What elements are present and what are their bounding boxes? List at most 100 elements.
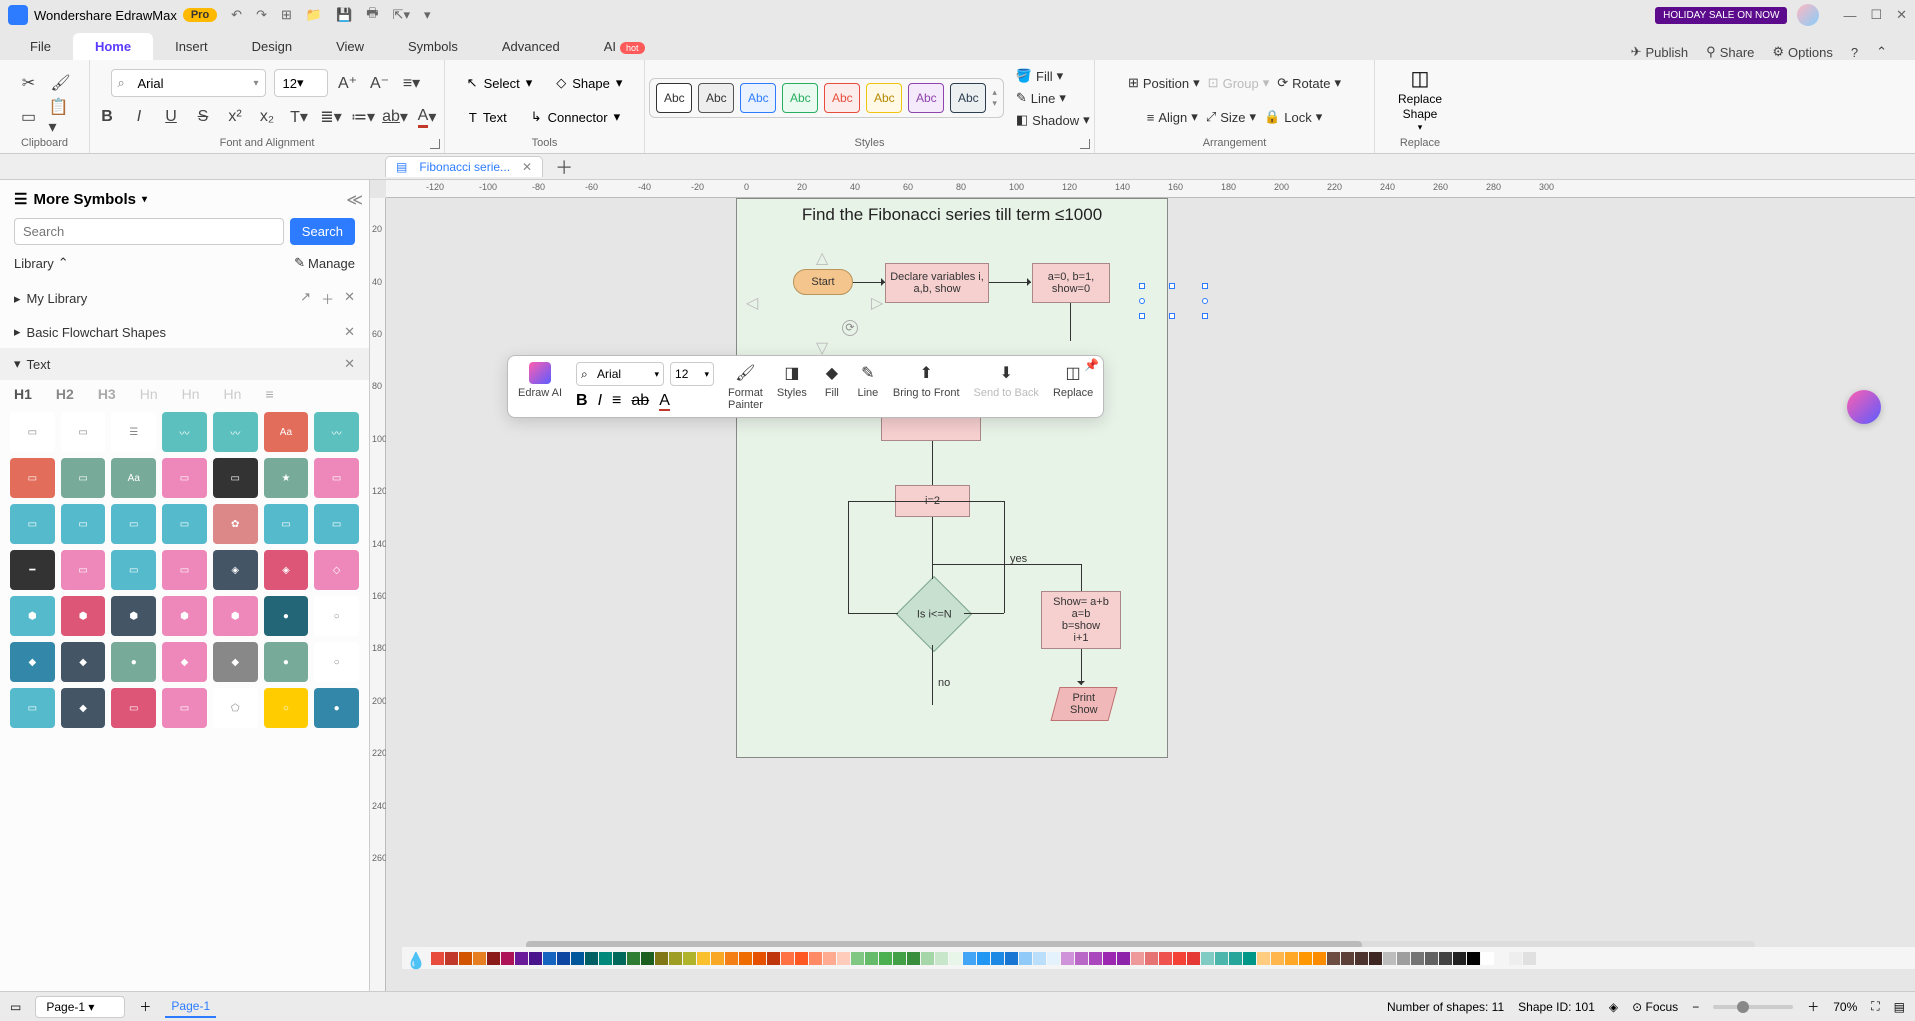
color-swatch[interactable] (1019, 952, 1032, 965)
selection-handle[interactable] (1202, 313, 1208, 319)
color-swatch[interactable] (1243, 952, 1256, 965)
color-swatch[interactable] (1467, 952, 1480, 965)
float-bold[interactable]: B (576, 392, 588, 410)
color-swatch[interactable] (627, 952, 640, 965)
save-icon[interactable]: 💾 (336, 7, 352, 23)
color-swatch[interactable] (1145, 952, 1158, 965)
symbol-thumb[interactable]: ▭ (162, 458, 207, 498)
selection-handle[interactable] (1139, 298, 1145, 304)
symbol-thumb[interactable]: ▭ (10, 412, 55, 452)
add-page-icon[interactable]: ＋ (139, 998, 151, 1015)
copy-icon[interactable]: ▭ (17, 105, 41, 129)
expand-icon[interactable] (1080, 139, 1090, 149)
color-swatch[interactable] (669, 952, 682, 965)
color-swatch[interactable] (473, 952, 486, 965)
symbol-thumb[interactable]: ● (264, 596, 309, 636)
share-button[interactable]: ⚲ Share (1706, 44, 1754, 60)
zoom-slider[interactable] (1713, 1005, 1793, 1009)
color-swatch[interactable] (907, 952, 920, 965)
symbol-thumb[interactable]: ▭ (213, 458, 258, 498)
symbol-thumb[interactable]: 〰 (314, 412, 359, 452)
color-swatch[interactable] (445, 952, 458, 965)
color-swatch[interactable] (1495, 952, 1508, 965)
style-preset[interactable]: Abc (740, 83, 776, 113)
select-tool[interactable]: ↖ Select ▾ (459, 71, 541, 95)
help-icon[interactable]: ? (1851, 44, 1858, 60)
color-swatch[interactable] (431, 952, 444, 965)
add-lib-icon[interactable]: ＋ (321, 289, 334, 308)
symbol-thumb[interactable]: ▭ (314, 504, 359, 544)
menu-insert[interactable]: Insert (153, 33, 230, 60)
color-swatch[interactable] (585, 952, 598, 965)
h3-item[interactable]: H3 (98, 386, 116, 402)
connect-left-icon[interactable]: ◁ (746, 293, 758, 313)
options-button[interactable]: ⚙ Options (1772, 44, 1832, 60)
symbol-thumb[interactable]: ▭ (111, 504, 156, 544)
float-line[interactable]: ✎Line (857, 362, 879, 399)
float-size-select[interactable]: 12▾ (670, 362, 714, 386)
float-strike[interactable]: ab (631, 392, 649, 410)
symbol-thumb[interactable]: ◆ (61, 642, 106, 682)
symbol-thumb[interactable]: ▭ (264, 504, 309, 544)
color-swatch[interactable] (725, 952, 738, 965)
maximize-icon[interactable]: ☐ (1870, 7, 1882, 23)
color-swatch[interactable] (1327, 952, 1340, 965)
color-swatch[interactable] (1271, 952, 1284, 965)
h2-item[interactable]: H2 (56, 386, 74, 402)
node-print[interactable]: Print Show (1050, 687, 1117, 721)
style-preset[interactable]: Abc (950, 83, 986, 113)
shadow-menu[interactable]: ◧ Shadow ▾ (1016, 112, 1090, 128)
italic-icon[interactable]: I (127, 105, 151, 129)
color-swatch[interactable] (1425, 952, 1438, 965)
color-swatch[interactable] (809, 952, 822, 965)
symbol-thumb[interactable]: ● (314, 688, 359, 728)
page-selector[interactable]: Page-1 ▾ (35, 996, 125, 1018)
avatar[interactable] (1797, 4, 1819, 26)
font-color-icon[interactable]: A▾ (415, 105, 439, 129)
color-swatch[interactable] (1397, 952, 1410, 965)
color-swatch[interactable] (739, 952, 752, 965)
color-swatch[interactable] (487, 952, 500, 965)
symbol-thumb[interactable]: ▭ (61, 550, 106, 590)
symbol-thumb[interactable]: ▭ (61, 412, 106, 452)
color-swatch[interactable] (1131, 952, 1144, 965)
color-swatch[interactable] (599, 952, 612, 965)
symbol-thumb[interactable]: ◆ (61, 688, 106, 728)
color-swatch[interactable] (1229, 952, 1242, 965)
line-spacing-icon[interactable]: ≣▾ (319, 105, 343, 129)
symbol-thumb[interactable]: ▭ (314, 458, 359, 498)
pages-icon[interactable]: ▭ (10, 1000, 21, 1014)
menu-ai[interactable]: AIhot (582, 33, 667, 60)
color-swatch[interactable] (1103, 952, 1116, 965)
color-swatch[interactable] (879, 952, 892, 965)
cut-icon[interactable]: ✂ (17, 71, 41, 95)
float-send-back[interactable]: ⬇Send to Back (974, 362, 1039, 399)
h-item[interactable]: Hn (224, 386, 242, 402)
minimize-icon[interactable]: — (1843, 8, 1856, 23)
font-family-select[interactable]: ⌕ Arial ▾ (111, 69, 266, 97)
zoom-out[interactable]: − (1692, 1000, 1699, 1014)
color-swatch[interactable] (529, 952, 542, 965)
edraw-ai-button[interactable]: Edraw AI (518, 362, 562, 399)
connect-right-icon[interactable]: ▷ (871, 293, 883, 313)
symbol-thumb[interactable]: ● (111, 642, 156, 682)
color-swatch[interactable] (935, 952, 948, 965)
color-swatch[interactable] (1299, 952, 1312, 965)
color-swatch[interactable] (697, 952, 710, 965)
color-swatch[interactable] (459, 952, 472, 965)
focus-mode[interactable]: ⊙ Focus (1632, 1000, 1678, 1014)
symbol-thumb[interactable]: ━ (10, 550, 55, 590)
font-size-select[interactable]: 12 ▾ (274, 69, 328, 97)
symbol-thumb[interactable]: ⬢ (10, 596, 55, 636)
color-swatch[interactable] (655, 952, 668, 965)
text-case-icon[interactable]: ab▾ (383, 105, 407, 129)
symbol-search-input[interactable] (14, 218, 284, 245)
color-swatch[interactable] (1439, 952, 1452, 965)
expand-icon[interactable] (430, 139, 440, 149)
symbol-thumb[interactable]: ▭ (10, 458, 55, 498)
color-swatch[interactable] (711, 952, 724, 965)
selection-handle[interactable] (1202, 283, 1208, 289)
symbol-thumb[interactable]: ⬢ (162, 596, 207, 636)
symbol-thumb[interactable]: ⬢ (61, 596, 106, 636)
rotate-menu[interactable]: ⟳ Rotate ▾ (1277, 75, 1341, 91)
